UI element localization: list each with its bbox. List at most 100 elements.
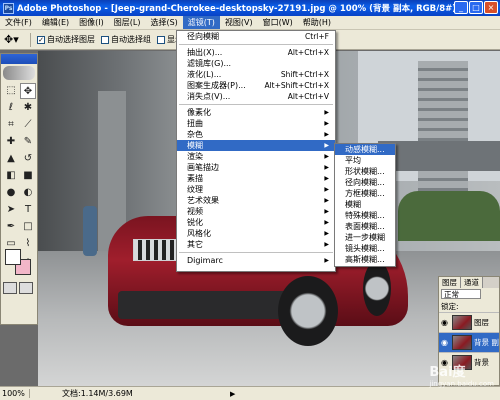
menu-item-pattern-maker[interactable]: 图案生成器(P)... Alt+Shift+Ctrl+X: [177, 80, 335, 91]
eyedropper-tool-icon[interactable]: ⌇: [20, 236, 36, 252]
title-bar: Ps Adobe Photoshop - [Jeep-grand-Cheroke…: [0, 0, 500, 16]
menu-select[interactable]: 选择(S): [145, 16, 182, 29]
menu-layer[interactable]: 图层(L): [109, 16, 146, 29]
filter-menu-dropdown: 径向模糊 Ctrl+F 抽出(X)... Alt+Ctrl+X 滤镜库(G)..…: [176, 30, 336, 272]
menu-item-sharpen[interactable]: 锐化 ▶: [177, 217, 335, 228]
clone-stamp-tool-icon[interactable]: ▲: [3, 151, 19, 167]
menu-item-stylize[interactable]: 风格化 ▶: [177, 228, 335, 239]
path-selection-tool-icon[interactable]: ➤: [3, 202, 19, 218]
brush-tool-icon[interactable]: ✎: [20, 134, 36, 150]
submenu-arrow-icon: ▶: [324, 175, 329, 182]
photo-pedestrian: [83, 206, 97, 256]
dodge-tool-icon[interactable]: ◐: [20, 185, 36, 201]
menu-file[interactable]: 文件(F): [0, 16, 37, 29]
lock-label: 锁定:: [441, 301, 459, 311]
menu-item-artistic[interactable]: 艺术效果 ▶: [177, 195, 335, 206]
photo-trees: [398, 191, 500, 241]
submenu-arrow-icon: ▶: [324, 153, 329, 160]
tab-layers[interactable]: 图层: [439, 277, 461, 288]
eye-icon[interactable]: ◉: [441, 318, 450, 327]
maximize-button[interactable]: □: [469, 1, 483, 14]
submenu-item-motion-blur[interactable]: 动感模糊...: [335, 144, 395, 155]
layer-row[interactable]: ◉ 图层: [439, 312, 499, 332]
standard-mode-icon[interactable]: [3, 282, 17, 294]
auto-select-group-checkbox[interactable]: 自动选择组: [101, 34, 151, 45]
menu-bar: 文件(F) 编辑(E) 图像(I) 图层(L) 选择(S) 滤镜(T) 视图(V…: [0, 16, 500, 30]
menu-view[interactable]: 视图(V): [220, 16, 258, 29]
move-tool-icon[interactable]: ✥▾: [4, 32, 24, 48]
submenu-arrow-icon: ▶: [324, 186, 329, 193]
submenu-item-box-blur[interactable]: 方框模糊...: [335, 188, 395, 199]
layer-name: 背景 副: [474, 338, 499, 347]
healing-brush-tool-icon[interactable]: ✚: [3, 134, 19, 150]
slice-tool-icon[interactable]: ⟋: [20, 117, 36, 133]
auto-select-layer-checkbox[interactable]: ✓ 自动选择图层: [37, 34, 95, 45]
minimize-button[interactable]: _: [454, 1, 468, 14]
menu-window[interactable]: 窗口(W): [258, 16, 298, 29]
submenu-item-smart-blur[interactable]: 特殊模糊...: [335, 210, 395, 221]
lasso-tool-icon[interactable]: ℓ: [3, 100, 19, 116]
menu-item-pixelate[interactable]: 像素化 ▶: [177, 107, 335, 118]
menu-help[interactable]: 帮助(H): [298, 16, 336, 29]
menu-item-last-filter[interactable]: 径向模糊 Ctrl+F: [177, 31, 335, 42]
submenu-item-blur-more[interactable]: 进一步模糊: [335, 232, 395, 243]
quick-mask-mode-icon[interactable]: [19, 282, 33, 294]
history-brush-tool-icon[interactable]: ↺: [20, 151, 36, 167]
shape-tool-icon[interactable]: □: [20, 219, 36, 235]
submenu-item-average[interactable]: 平均: [335, 155, 395, 166]
status-bar: 100% 文档:1.14M/3.69M ▶: [0, 386, 500, 400]
layer-row[interactable]: ◉ 背景 副: [439, 332, 499, 352]
menu-filter[interactable]: 滤镜(T): [182, 16, 220, 29]
status-menu-arrow-icon[interactable]: ▶: [230, 390, 240, 398]
crop-tool-icon[interactable]: ⌗: [3, 117, 19, 133]
photoshop-feather-icon: [3, 66, 35, 80]
submenu-arrow-icon: ▶: [324, 257, 329, 264]
submenu-item-blur[interactable]: 模糊: [335, 199, 395, 210]
submenu-arrow-icon: ▶: [324, 230, 329, 237]
menu-item-render[interactable]: 渲染 ▶: [177, 151, 335, 162]
menu-item-extract[interactable]: 抽出(X)... Alt+Ctrl+X: [177, 47, 335, 58]
menu-item-noise[interactable]: 杂色 ▶: [177, 129, 335, 140]
menu-item-other[interactable]: 其它 ▶: [177, 239, 335, 250]
submenu-item-lens-blur[interactable]: 镜头模糊...: [335, 243, 395, 254]
submenu-arrow-icon: ▶: [324, 197, 329, 204]
submenu-arrow-icon: ▶: [324, 120, 329, 127]
menu-item-filter-gallery[interactable]: 滤镜库(G)...: [177, 58, 335, 69]
magic-wand-tool-icon[interactable]: ✱: [20, 100, 36, 116]
blend-mode-select[interactable]: 正常: [441, 289, 481, 299]
menu-item-video[interactable]: 视频 ▶: [177, 206, 335, 217]
menu-item-vanishing-point[interactable]: 消失点(V)... Alt+Ctrl+V: [177, 91, 335, 102]
marquee-tool-icon[interactable]: ⬚: [3, 83, 19, 99]
submenu-item-radial-blur[interactable]: 径向模糊...: [335, 177, 395, 188]
blur-tool-icon[interactable]: ●: [3, 185, 19, 201]
menu-edit[interactable]: 编辑(E): [37, 16, 74, 29]
menu-image[interactable]: 图像(I): [74, 16, 109, 29]
type-tool-icon[interactable]: T: [20, 202, 36, 218]
submenu-item-gaussian-blur[interactable]: 高斯模糊...: [335, 254, 395, 265]
menu-item-texture[interactable]: 纹理 ▶: [177, 184, 335, 195]
menu-item-liquify[interactable]: 液化(L)... Shift+Ctrl+X: [177, 69, 335, 80]
tab-channels[interactable]: 通道: [461, 277, 483, 288]
foreground-color-swatch[interactable]: [5, 249, 21, 265]
close-button[interactable]: ×: [484, 1, 498, 14]
eraser-tool-icon[interactable]: ◧: [3, 168, 19, 184]
menu-separator: [179, 44, 333, 45]
menu-separator: [179, 252, 333, 253]
menu-item-distort[interactable]: 扭曲 ▶: [177, 118, 335, 129]
menu-item-brush-strokes[interactable]: 画笔描边 ▶: [177, 162, 335, 173]
move-tool-icon[interactable]: ✥: [20, 83, 36, 99]
zoom-level-field[interactable]: 100%: [0, 389, 30, 398]
submenu-arrow-icon: ▶: [324, 219, 329, 226]
photo-car-front-wheel: [278, 276, 338, 346]
menu-item-digimarc[interactable]: Digimarc ▶: [177, 255, 335, 266]
layer-thumbnail: [452, 315, 472, 330]
eye-icon[interactable]: ◉: [441, 338, 450, 347]
pen-tool-icon[interactable]: ✒: [3, 219, 19, 235]
submenu-item-surface-blur[interactable]: 表面模糊...: [335, 221, 395, 232]
toolbox-header[interactable]: [1, 54, 37, 64]
submenu-arrow-icon: ▶: [324, 164, 329, 171]
menu-item-blur[interactable]: 模糊 ▶: [177, 140, 335, 151]
submenu-item-shape-blur[interactable]: 形状模糊...: [335, 166, 395, 177]
menu-item-sketch[interactable]: 素描 ▶: [177, 173, 335, 184]
gradient-tool-icon[interactable]: ■: [20, 168, 36, 184]
